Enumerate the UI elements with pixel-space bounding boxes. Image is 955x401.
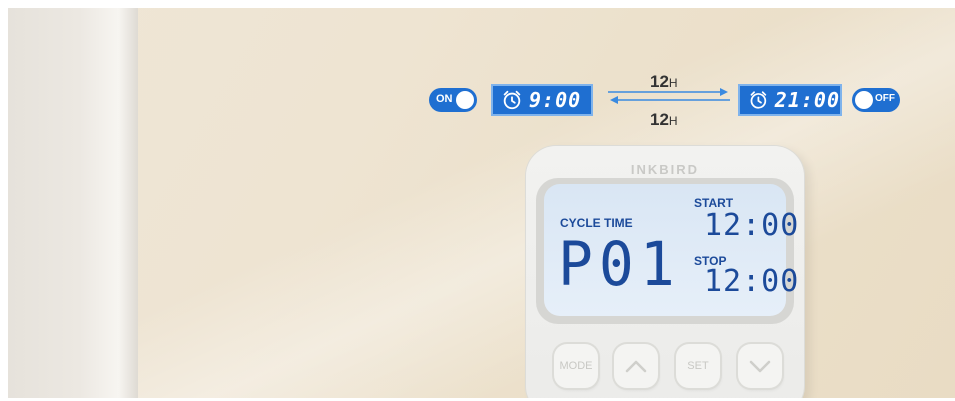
off-time-box: 21:00 [738,84,842,116]
program-number: P01 [558,228,681,300]
off-time: 21:00 [774,88,840,112]
on-toggle: ON [429,88,477,112]
alarm-clock-icon [750,91,767,109]
set-button: SET [676,344,720,388]
chevron-down-icon [749,360,771,373]
lcd-screen: CYCLE TIME START 12:00 P01 STOP 12:00 [544,184,798,316]
wall-edge [8,8,138,398]
start-time: 12:00 [704,208,800,243]
toggle-knob [855,91,873,109]
brand-logo: INKBIRD [630,162,700,177]
interval-bottom-value: 12 [650,110,669,129]
off-toggle-label: OFF [875,93,895,104]
stop-time: 12:00 [704,264,800,299]
chevron-up-icon [625,360,647,373]
interval-arrows-icon [608,88,730,104]
timer-device: INKBIRD CYCLE TIME START 12:00 P01 STOP … [526,146,804,398]
up-button [614,344,658,388]
interval-bottom: 12H [650,110,678,130]
toggle-knob [456,91,474,109]
down-button [738,344,782,388]
on-time-box: 9:00 [491,84,593,116]
interval-bottom-unit: H [668,114,678,128]
alarm-clock-icon [503,90,521,110]
lcd-bezel: CYCLE TIME START 12:00 P01 STOP 12:00 [536,178,798,324]
product-scene: ON 9:00 12H 12H 21:00 OFF INKBIRD CYCLE … [8,8,955,398]
on-toggle-label: ON [436,93,453,105]
on-time: 9:00 [529,88,582,112]
off-toggle: OFF [852,88,900,112]
mode-button: MODE [554,344,598,388]
